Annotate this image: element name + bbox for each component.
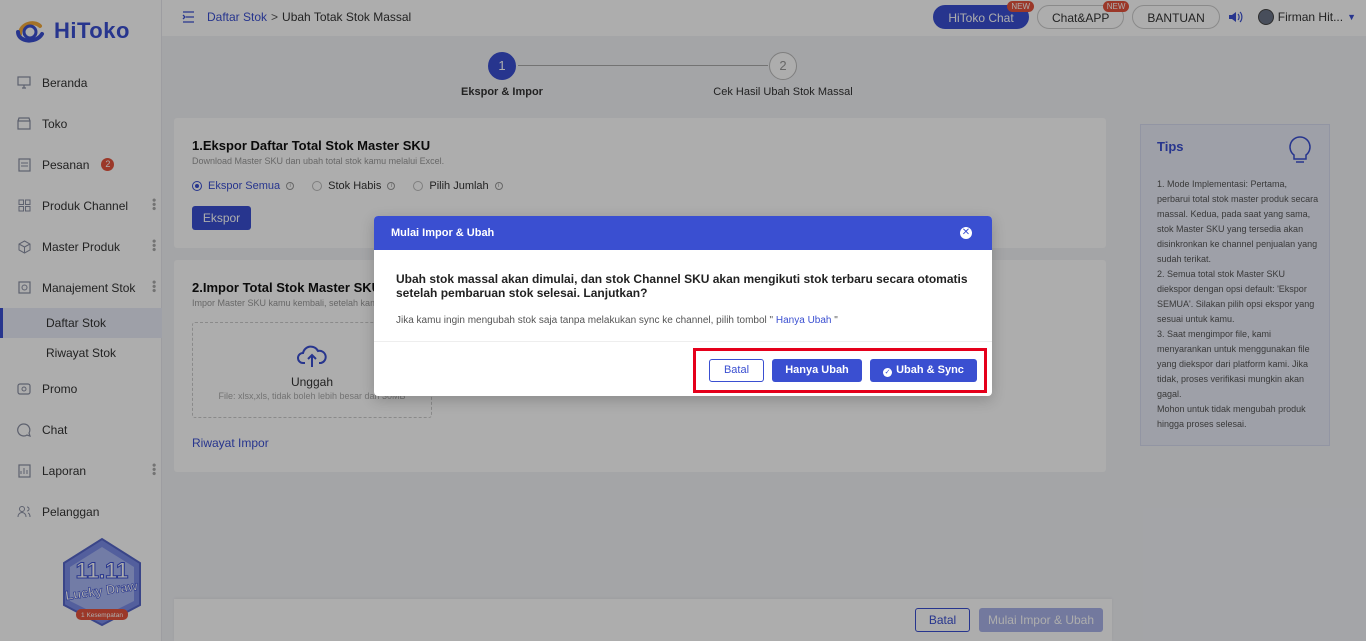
update-sync-label: Ubah & Sync [896, 364, 964, 376]
check-circle-icon: ✓ [883, 368, 893, 377]
modal-divider [374, 341, 992, 342]
modal-sub-suffix: " [834, 315, 838, 326]
modal-header: Mulai Impor & Ubah ✕ [374, 216, 992, 250]
close-icon[interactable]: ✕ [960, 227, 972, 239]
update-sync-button[interactable]: ✓ Ubah & Sync [870, 359, 977, 382]
modal-sub-message: Jika kamu ingin mengubah stok saja tanpa… [396, 315, 838, 326]
only-update-link[interactable]: Hanya Ubah [773, 315, 834, 326]
only-update-button[interactable]: Hanya Ubah [772, 359, 862, 382]
modal-sub-prefix: Jika kamu ingin mengubah stok saja tanpa… [396, 315, 774, 326]
confirm-modal: Mulai Impor & Ubah ✕ Ubah stok massal ak… [374, 216, 992, 396]
modal-message: Ubah stok massal akan dimulai, dan stok … [396, 272, 968, 300]
modal-cancel-button[interactable]: Batal [709, 359, 764, 382]
modal-title: Mulai Impor & Ubah [391, 227, 495, 239]
